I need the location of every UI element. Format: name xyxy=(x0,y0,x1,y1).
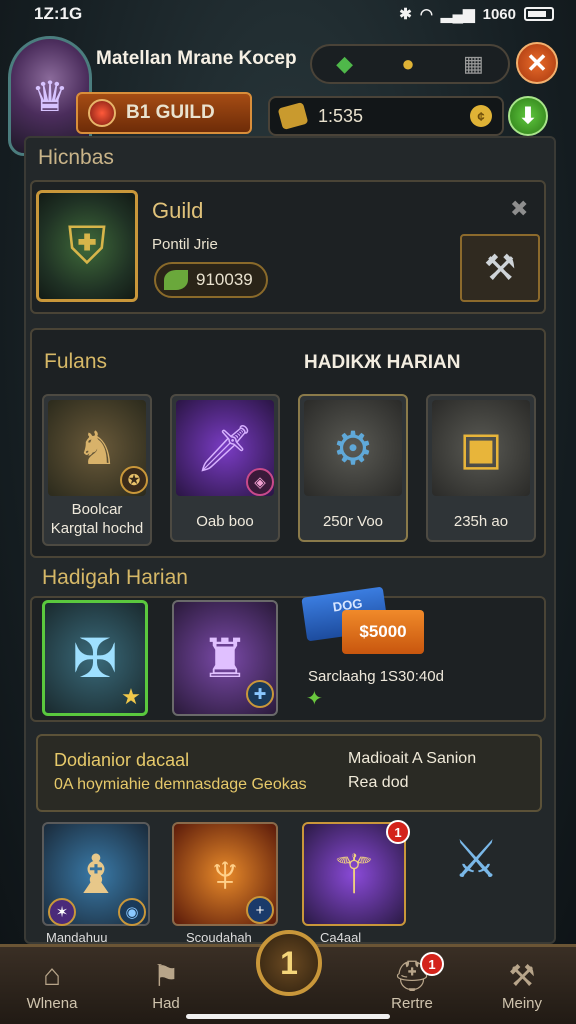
player-name: Matellan Mrane Kocep xyxy=(96,48,297,69)
guild-title: Guild xyxy=(152,198,204,223)
info-left-body: 0A hoymiahie demnasdage Geokas xyxy=(54,776,307,793)
currency-bar[interactable]: ◆ ● ▦ xyxy=(310,44,510,84)
purple-staff-icon: ⚚ xyxy=(329,844,379,905)
green-gem-icon: ◆ xyxy=(336,51,354,76)
orange-ticket: $5000 xyxy=(342,610,424,654)
rewards-heading-left: Fulans xyxy=(44,350,108,373)
guild-points: 910039 xyxy=(154,262,268,298)
bottom-reward-1[interactable]: ♝ ✶ ◉ xyxy=(42,822,150,926)
status-icons: ✱ ◠ ▂▄▆ 1060 xyxy=(399,5,554,23)
bottom-reward-1-label: Mandahuu xyxy=(46,930,108,945)
guild-tag[interactable]: B1 GUILD xyxy=(76,92,252,134)
shield-badge-icon: ◉ xyxy=(118,898,146,926)
center-action-button[interactable]: 1 xyxy=(256,930,322,996)
bluetooth-icon: ✱ xyxy=(399,6,412,23)
reward-card-label: Boolcar Kargtal hochd xyxy=(50,501,144,537)
star-icon: ★ xyxy=(121,684,141,709)
flag-icon: ⚑ xyxy=(152,960,180,993)
bottom-reward-3-label: Ca4aal xyxy=(320,930,362,945)
nav-helmet[interactable]: ⛑ Rertre xyxy=(366,959,458,1013)
sparkle-icon: ✦ xyxy=(306,688,323,710)
reward-card-2[interactable]: 🗡 ◈ Oab boo xyxy=(170,394,280,542)
axe-icon: ⚒ xyxy=(508,960,536,993)
bottom-reward-2-label: Scoudahah xyxy=(186,930,252,945)
info-right-title: Madioait A Sanion xyxy=(348,750,477,767)
bottom-reward-2[interactable]: ♆ + xyxy=(172,822,278,926)
signal-text: 1060 xyxy=(482,5,516,23)
notification-badge: 1 xyxy=(386,820,410,844)
guild-emblem-icon[interactable]: ⛨ xyxy=(36,190,138,302)
star-badge-icon: ✶ xyxy=(48,898,76,926)
daily-heading: Hadigah Harian xyxy=(42,566,188,589)
reward-card-label: 250r Voo xyxy=(322,513,384,530)
nav-menu[interactable]: ⚒ Meiny xyxy=(476,959,568,1013)
guild-tag-label: B1 GUILD xyxy=(126,102,215,123)
grid-icon: ▦ xyxy=(463,51,484,76)
nav-home[interactable]: ⌂ Wlnena xyxy=(6,959,98,1013)
elf-hero-icon: ♝ xyxy=(71,844,121,905)
info-left-title: Dodianior dacaal xyxy=(54,750,190,770)
battery-icon xyxy=(524,7,554,21)
guild-section-heading: Hicnbas xyxy=(38,146,114,169)
home-icon: ⌂ xyxy=(42,959,62,992)
reward-card-4[interactable]: ▣ 235h ao xyxy=(426,394,536,542)
wifi-icon: ◠ xyxy=(419,6,433,23)
hammer-icon: ⚒ xyxy=(483,247,517,288)
daily-countdown: Sarclaahg 1S30:40d xyxy=(308,668,444,685)
gold-ingot-icon xyxy=(277,102,309,130)
leaf-icon xyxy=(164,270,188,290)
plus-badge-icon: + xyxy=(246,896,274,924)
nav-flag[interactable]: ⚑ Had xyxy=(120,959,212,1013)
coin-icon: ¢ xyxy=(470,105,492,127)
ice-scepter-icon[interactable]: ⚔ xyxy=(434,830,518,914)
gear-amulet-icon: ⚙ xyxy=(304,400,402,496)
info-right-body: Rea dod xyxy=(348,774,409,791)
rewards-heading-right: HADIKЖ HARIAN xyxy=(304,352,461,373)
header: ♛ Matellan Mrane Kocep ◆ ● ▦ ✕ B1 GUILD … xyxy=(0,30,576,156)
guild-subtitle: Pontil Jrie xyxy=(152,236,218,253)
info-box: Dodianior dacaal 0A hoymiahie demnasdage… xyxy=(36,734,542,812)
gold-chest-icon: ▣ xyxy=(432,400,530,496)
ticket-stack[interactable]: DOG $5000 xyxy=(301,586,424,658)
daily-reward-weapon[interactable]: ✠ ★ xyxy=(42,600,148,716)
reward-card-label: 235h ao xyxy=(453,513,509,530)
close-button[interactable]: ✕ xyxy=(516,42,558,84)
gold-coin-icon: ● xyxy=(401,51,415,76)
weapon-slot[interactable]: ⚒ xyxy=(460,234,540,302)
clock: 1Z:1G xyxy=(34,4,83,23)
reward-card-3[interactable]: ⚙ 250r Voo xyxy=(298,394,408,542)
reward-card-1[interactable]: ♞ ✪ Boolcar Kargtal hochd xyxy=(42,394,152,546)
reward-card-label: Oab boo xyxy=(196,513,254,530)
rank-badge-icon: ✪ xyxy=(120,466,148,494)
guild-points-value: 910039 xyxy=(196,270,253,289)
resource-counter[interactable]: 1:535 ¢ xyxy=(268,96,504,136)
daily-reward-hero[interactable]: ♜ ✚ xyxy=(172,600,278,716)
guild-gem-icon xyxy=(88,99,116,127)
nav-notification-badge: 1 xyxy=(420,952,444,976)
collapse-icon[interactable]: ✖ xyxy=(510,196,528,222)
add-resource-button[interactable]: ⬇ xyxy=(508,96,548,136)
helmet-icon: ⛑ xyxy=(392,960,432,993)
gem-badge-icon: ◈ xyxy=(246,468,274,496)
resource-value: 1:535 xyxy=(318,105,364,126)
hero-portrait-icon: ♜ xyxy=(200,628,250,689)
home-indicator[interactable] xyxy=(186,1014,390,1019)
flame-armor-icon: ♆ xyxy=(204,844,246,904)
crossbow-icon: ✠ xyxy=(72,628,118,689)
compass-badge-icon: ✚ xyxy=(246,680,274,708)
signal-icon: ▂▄▆ xyxy=(440,6,475,23)
status-bar: 1Z:1G ✱ ◠ ▂▄▆ 1060 xyxy=(0,0,576,28)
